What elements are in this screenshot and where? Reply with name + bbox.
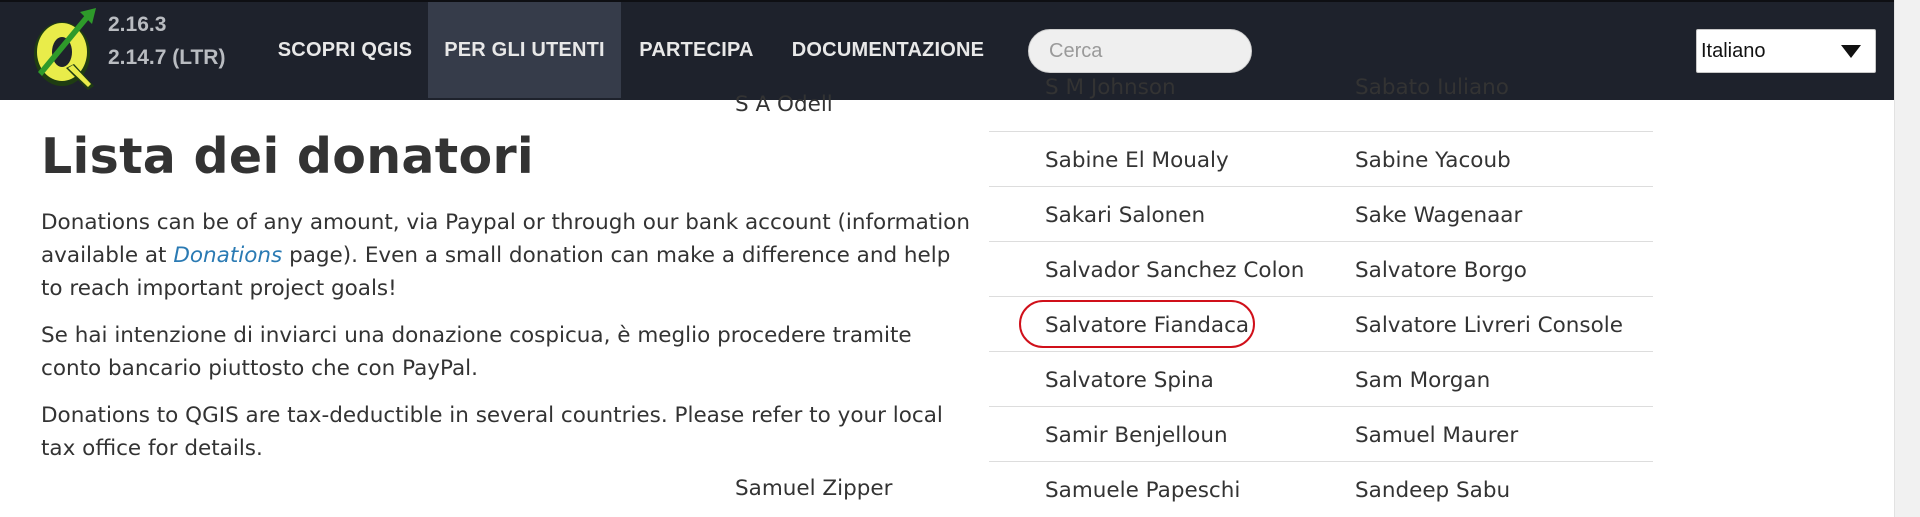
tax-deductible-paragraph: Donations to QGIS are tax-deductible in …: [41, 403, 943, 461]
donor-name: Salvatore Livreri Console: [1355, 313, 1623, 338]
bank-transfer-paragraph: Se hai intenzione di inviarci una donazi…: [41, 323, 912, 381]
donor-name: Sake Wagenaar: [1355, 203, 1523, 228]
donor-name: Sam Morgan: [1355, 368, 1491, 393]
version-ltr[interactable]: 2.14.7 (LTR): [108, 41, 225, 74]
donations-paragraph: Donations can be of any amount, via Payp…: [41, 206, 971, 305]
donor-name: Sabato Iuliano: [1355, 75, 1509, 100]
page-title: Lista dei donatori: [41, 128, 535, 185]
donor-name: Samuele Papeschi: [1045, 478, 1241, 503]
donor-name: Salvador Sanchez Colon: [1045, 258, 1305, 283]
donations-link[interactable]: Donations: [173, 243, 282, 268]
table-row: Sabine El Moualy Sabine Yacoub: [989, 132, 1653, 187]
version-current[interactable]: 2.16.3: [108, 8, 225, 41]
donor-name-left-top: S A Odell: [735, 92, 833, 117]
donor-name: Sakari Salonen: [1045, 203, 1206, 228]
donor-name: Sandeep Sabu: [1355, 478, 1511, 503]
language-select[interactable]: Italiano: [1696, 29, 1876, 73]
donor-name: Salvatore Spina: [1045, 368, 1214, 393]
donor-name: Sabine Yacoub: [1355, 148, 1511, 173]
table-row: Sakari Salonen Sake Wagenaar: [989, 187, 1653, 242]
donor-name-highlighted: Salvatore Fiandaca: [1045, 313, 1250, 338]
chevron-down-icon: [1841, 45, 1861, 58]
nav-partecipa[interactable]: PARTECIPA: [630, 2, 763, 98]
table-row: Salvador Sanchez Colon Salvatore Borgo: [989, 242, 1653, 297]
nav-per-gli-utenti[interactable]: PER GLI UTENTI: [428, 2, 621, 98]
nav-scopri-qgis[interactable]: SCOPRI QGIS: [268, 2, 422, 98]
donor-name: Samuel Maurer: [1355, 423, 1519, 448]
donor-table: S M Johnson Sabato Iuliano Sabine El Mou…: [989, 75, 1653, 517]
language-selected-label: Italiano: [1701, 39, 1766, 62]
table-row: S M Johnson Sabato Iuliano: [989, 75, 1653, 132]
table-row: Samir Benjelloun Samuel Maurer: [989, 407, 1653, 462]
table-row: Samuele Papeschi Sandeep Sabu: [989, 462, 1653, 517]
table-row: Salvatore Fiandaca Salvatore Livreri Con…: [989, 297, 1653, 352]
donor-name: S M Johnson: [1045, 75, 1176, 100]
donor-name-left-bottom: Samuel Zipper: [735, 476, 893, 501]
qgis-logo[interactable]: [30, 8, 98, 92]
donor-name: Sabine El Moualy: [1045, 148, 1229, 173]
version-list: 2.16.3 2.14.7 (LTR): [108, 8, 225, 74]
table-row: Salvatore Spina Sam Morgan: [989, 352, 1653, 407]
qgis-logo-icon: [34, 8, 96, 90]
nav-documentazione[interactable]: DOCUMENTAZIONE: [778, 2, 998, 98]
page-scrollbar[interactable]: [1894, 0, 1920, 517]
donor-name: Salvatore Borgo: [1355, 258, 1527, 283]
donor-name: Samir Benjelloun: [1045, 423, 1228, 448]
